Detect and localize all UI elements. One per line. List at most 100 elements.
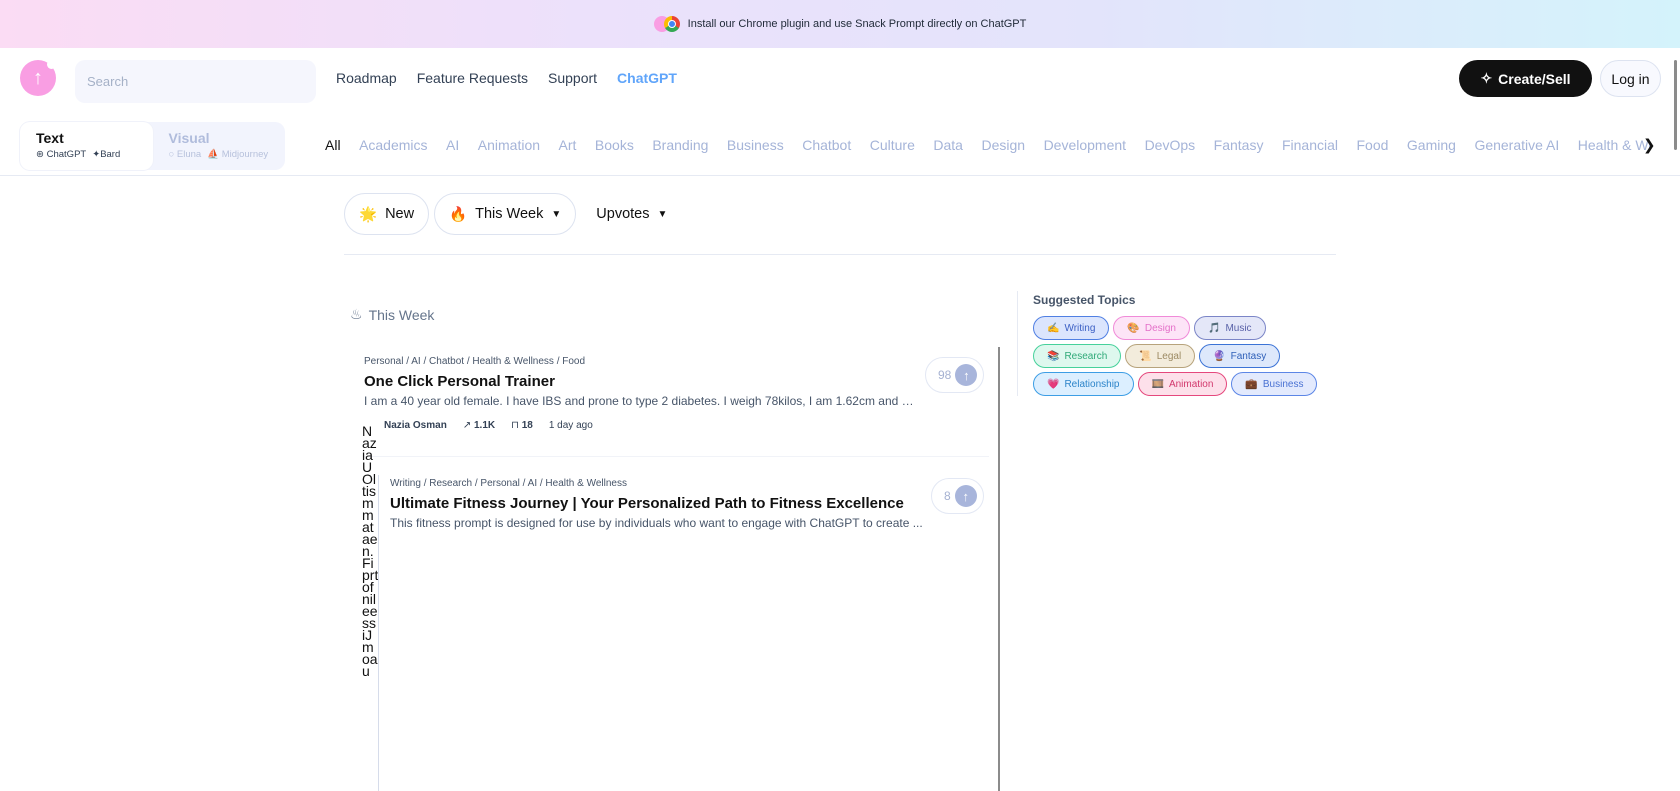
topic-label: Design: [1144, 322, 1176, 334]
section-heading: ♨ This Week: [350, 306, 434, 323]
search-input[interactable]: [75, 60, 316, 103]
eluna-model: ○ Eluna: [169, 149, 202, 160]
topic-label: Legal: [1156, 350, 1182, 362]
upvote-button[interactable]: 8 ↑: [931, 478, 984, 514]
category-tab[interactable]: Culture: [870, 137, 915, 153]
mode-switch: Text ⊛ ChatGPT ✦Bard Visual ○ Eluna ⛵ Mi…: [20, 122, 285, 170]
create-sell-button[interactable]: ✧ Create/Sell: [1459, 60, 1592, 97]
topic-chip-business[interactable]: 💼 Business: [1231, 372, 1318, 396]
suggested-topics-title: Suggested Topics: [1033, 293, 1136, 307]
category-tabs: All Academics AI Animation Art Books Bra…: [325, 137, 1650, 153]
topic-chip-legal[interactable]: 📜 Legal: [1125, 344, 1196, 368]
topic-chip-research[interactable]: 📚 Research: [1033, 344, 1122, 368]
banner-text[interactable]: Install our Chrome plugin and use Snack …: [688, 18, 1027, 30]
category-tab[interactable]: Business: [727, 137, 784, 153]
upvote-button[interactable]: 98 ↑: [925, 357, 985, 393]
midjourney-label: Midjourney: [221, 149, 269, 160]
category-tab[interactable]: Data: [933, 137, 963, 153]
nav-feature-requests[interactable]: Feature Requests: [417, 70, 528, 86]
category-tab[interactable]: All: [325, 137, 341, 153]
heart-icon: 💗: [1047, 378, 1060, 390]
chrome-plugin-banner[interactable]: Install our Chrome plugin and use Snack …: [0, 0, 1680, 48]
flame-outline-icon: ♨: [350, 306, 363, 322]
sort-dropdown[interactable]: Upvotes ▼: [581, 193, 683, 235]
bard-sparkle-icon: ✦: [92, 149, 101, 160]
topic-chip-relationship[interactable]: 💗 Relationship: [1033, 372, 1134, 396]
fire-icon: 🔥: [449, 206, 468, 223]
chevron-down-icon: ▼: [657, 208, 668, 220]
login-button[interactable]: Log in: [1600, 60, 1661, 97]
category-tab[interactable]: Food: [1356, 137, 1388, 153]
card-meta: Nazia Osman ↗ 1.1K ⊓ 18 1 day ago: [384, 420, 989, 431]
midjourney-model: ⛵ Midjourney: [207, 149, 268, 160]
card-title[interactable]: One Click Personal Trainer: [364, 373, 989, 390]
category-tab[interactable]: Health & Wellness: [1578, 137, 1650, 153]
eluna-icon: ○: [168, 149, 175, 160]
feed-scrollbar[interactable]: [998, 347, 1000, 791]
card-saves[interactable]: ⊓ 18: [511, 420, 533, 431]
nav-support[interactable]: Support: [548, 70, 597, 86]
category-tab[interactable]: Chatbot: [802, 137, 851, 153]
category-tab[interactable]: Financial: [1282, 137, 1338, 153]
prompt-card[interactable]: Personal / AI / Chatbot / Health & Welln…: [364, 356, 989, 431]
mode-text-tab[interactable]: Text ⊛ ChatGPT ✦Bard: [20, 122, 153, 170]
chevron-right-icon[interactable]: ❯: [1643, 136, 1656, 154]
category-tab[interactable]: Design: [981, 137, 1025, 153]
briefcase-icon: 💼: [1245, 378, 1258, 390]
card-time: 1 day ago: [548, 420, 593, 431]
card-category-path: Personal / AI / Chatbot / Health & Welln…: [364, 356, 586, 367]
topic-chip-writing[interactable]: ✍️ Writing: [1033, 316, 1110, 340]
category-tab[interactable]: Books: [595, 137, 634, 153]
nav-roadmap[interactable]: Roadmap: [336, 70, 397, 86]
section-heading-label: This Week: [368, 306, 435, 323]
openai-icon: ⊛: [36, 149, 44, 160]
period-dropdown[interactable]: 🔥 This Week ▼: [434, 193, 577, 235]
sidebar-divider: [1017, 291, 1018, 396]
topic-chip-music[interactable]: 🎵 Music: [1193, 316, 1266, 340]
bookmark-icon: ⊓: [511, 420, 519, 431]
new-filter-label: New: [385, 206, 415, 222]
topic-chip-fantasy[interactable]: 🔮 Fantasy: [1199, 344, 1281, 368]
upvote-count: 8: [944, 489, 951, 503]
card-category-path: Writing / Research / Personal / AI / Hea…: [390, 478, 627, 489]
category-tab[interactable]: Development: [1044, 137, 1127, 153]
crystal-ball-icon: 🔮: [1213, 350, 1226, 362]
period-label: This Week: [475, 206, 544, 222]
category-tab[interactable]: Academics: [359, 137, 427, 153]
palette-icon: 🎨: [1127, 322, 1140, 334]
mode-text-models: ⊛ ChatGPT ✦Bard: [36, 149, 153, 160]
category-tab[interactable]: Art: [559, 137, 577, 153]
divider: [344, 254, 1336, 255]
page-scrollbar[interactable]: [1674, 60, 1677, 150]
prompt-card[interactable]: Writing / Research / Personal / AI / Hea…: [390, 478, 1015, 530]
topic-label: Research: [1064, 350, 1108, 362]
card-author[interactable]: Nazia Osman: [384, 420, 447, 431]
topic-chip-animation[interactable]: 🎞️ Animation: [1137, 372, 1228, 396]
mode-visual-label: Visual: [168, 130, 210, 146]
mode-visual-tab[interactable]: Visual ○ Eluna ⛵ Midjourney: [153, 122, 286, 170]
category-tab[interactable]: Fantasy: [1214, 137, 1264, 153]
trending-arrow-icon: ↗: [462, 420, 472, 431]
site-logo[interactable]: ↑: [20, 60, 56, 96]
bard-model: ✦Bard: [92, 149, 120, 160]
feed-filters: 🌟 New 🔥 This Week ▼ Upvotes ▼: [344, 193, 683, 235]
card-title[interactable]: Ultimate Fitness Journey | Your Personal…: [390, 495, 1015, 512]
new-filter-button[interactable]: 🌟 New: [344, 193, 430, 235]
category-tab[interactable]: DevOps: [1145, 137, 1196, 153]
topic-label: Business: [1262, 378, 1304, 390]
category-tab[interactable]: AI: [446, 137, 459, 153]
arrow-up-icon: ↑: [954, 485, 977, 507]
category-tab[interactable]: Generative AI: [1474, 137, 1559, 153]
category-tab[interactable]: Gaming: [1407, 137, 1456, 153]
upload-arrow-icon: ↑: [33, 66, 43, 89]
category-tab[interactable]: Branding: [652, 137, 708, 153]
chatgpt-label: ChatGPT: [46, 149, 87, 160]
topic-chip-design[interactable]: 🎨 Design: [1113, 316, 1190, 340]
sun-icon: 🌟: [359, 206, 378, 223]
create-sell-label: Create/Sell: [1498, 70, 1571, 87]
chevron-down-icon: ▼: [551, 208, 562, 220]
nav-chatgpt[interactable]: ChatGPT: [617, 70, 677, 86]
sailboat-icon: ⛵: [207, 149, 220, 160]
category-tab[interactable]: Animation: [478, 137, 540, 153]
card-border: [378, 475, 379, 791]
